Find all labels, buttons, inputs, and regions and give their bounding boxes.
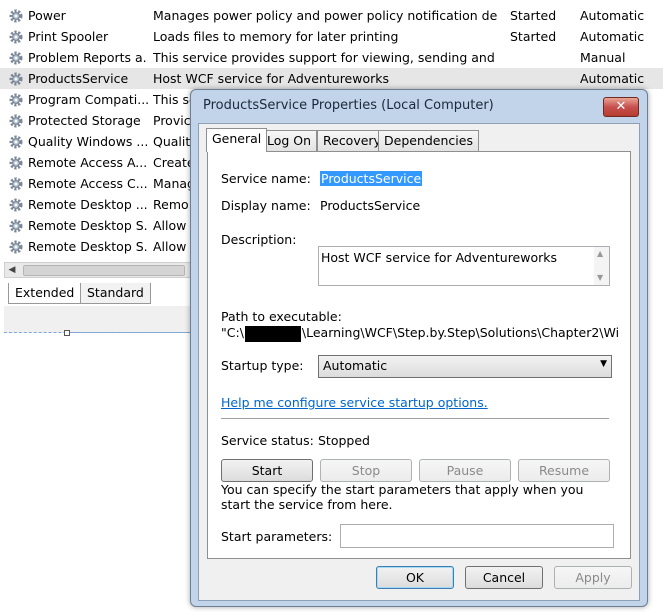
service-gear-icon	[8, 71, 24, 87]
status-area	[4, 306, 190, 333]
resize-handle[interactable]	[64, 330, 70, 336]
service-name: Quality Windows ...	[28, 134, 148, 149]
selection-outline	[66, 332, 193, 333]
start-params-note: You can specify the start parameters tha…	[221, 482, 584, 512]
service-gear-icon	[8, 29, 24, 45]
description-textbox[interactable]: Host WCF service for Adventureworks ▲ ▼	[318, 246, 610, 286]
scroll-left-icon[interactable]: ◀	[5, 263, 19, 277]
service-row[interactable]: Problem Reports a... This service provide…	[0, 47, 663, 68]
service-name-value[interactable]: ProductsService	[320, 171, 423, 186]
service-description: Host WCF service for Adventureworks	[153, 71, 390, 86]
startup-type-label: Startup type:	[221, 358, 304, 373]
ok-button[interactable]: OK	[376, 566, 454, 589]
service-name: Remote Desktop ...	[28, 197, 148, 212]
redacted-block	[244, 325, 301, 342]
separator	[221, 418, 609, 420]
pause-button[interactable]: Pause	[419, 459, 511, 482]
service-status-label: Service status:	[221, 433, 314, 448]
path-value[interactable]: "C:\ \Learning\WCF\Step.by.Step\Solutions…	[221, 325, 618, 342]
tab-general[interactable]: General	[206, 128, 268, 152]
service-gear-icon	[8, 134, 24, 150]
service-name-label: Service name:	[221, 171, 311, 186]
service-startup-type: Automatic	[580, 71, 645, 86]
service-gear-icon	[8, 176, 24, 192]
scroll-up-icon[interactable]: ▲	[597, 249, 603, 258]
service-status: Started	[510, 8, 557, 23]
service-name: Remote Desktop S...	[28, 218, 148, 233]
chevron-down-icon: ▼	[600, 359, 607, 369]
start-params-label: Start parameters:	[221, 529, 333, 544]
service-name: Remote Access C...	[28, 176, 148, 191]
startup-type-select[interactable]: Automatic ▼	[318, 355, 612, 378]
service-description: This service provides support for viewin…	[153, 50, 498, 65]
general-panel: Service name: ProductsService Display na…	[207, 151, 631, 559]
display-name-value: ProductsService	[320, 198, 421, 213]
apply-button[interactable]: Apply	[554, 566, 632, 589]
startup-type-value: Automatic	[323, 358, 388, 373]
service-status: Started	[510, 29, 557, 44]
dialog-client: General Log On Recovery Dependencies Ser…	[198, 123, 640, 601]
service-gear-icon	[8, 197, 24, 213]
tab-recovery[interactable]: Recovery	[317, 130, 387, 151]
properties-dialog: ProductsService Properties (Local Comput…	[190, 89, 648, 607]
horizontal-scrollbar[interactable]: ◀	[4, 262, 192, 278]
display-name-label: Display name:	[221, 198, 311, 213]
close-icon: ✕	[615, 99, 627, 114]
service-row[interactable]: Print Spooler Loads files to memory for l…	[0, 26, 663, 47]
stop-button[interactable]: Stop	[320, 459, 412, 482]
tab-dependencies[interactable]: Dependencies	[378, 130, 479, 151]
service-gear-icon	[8, 92, 24, 108]
description-label: Description:	[221, 232, 297, 247]
service-name: Power	[28, 8, 66, 23]
path-prefix: "C:\	[221, 325, 244, 340]
tab-log-on[interactable]: Log On	[261, 130, 318, 151]
description-scrollbar[interactable]: ▲ ▼	[594, 247, 609, 285]
tab-standard[interactable]: Standard	[80, 283, 151, 304]
service-description: Manages power policy and power policy no…	[153, 8, 498, 23]
service-gear-icon	[8, 218, 24, 234]
service-gear-icon	[8, 50, 24, 66]
service-row[interactable]: Power Manages power policy and power poli…	[0, 5, 663, 26]
service-description: Loads files to memory for later printing	[153, 29, 399, 44]
path-suffix: \Learning\WCF\Step.by.Step\Solutions\Cha…	[301, 325, 618, 340]
service-gear-icon	[8, 113, 24, 129]
service-name: Program Compati...	[28, 92, 148, 107]
resume-button[interactable]: Resume	[518, 459, 610, 482]
service-name: ProductsService	[28, 71, 129, 86]
service-startup-type: Automatic	[580, 29, 645, 44]
service-gear-icon	[8, 155, 24, 171]
service-name: Protected Storage	[28, 113, 141, 128]
start-params-input[interactable]	[340, 524, 614, 548]
start-button[interactable]: Start	[221, 459, 313, 482]
close-button[interactable]: ✕	[603, 97, 639, 117]
tab-extended[interactable]: Extended	[8, 283, 82, 304]
service-status-value: Stopped	[318, 433, 370, 448]
scrollbar-thumb[interactable]	[23, 265, 185, 276]
service-gear-icon	[8, 239, 24, 255]
service-name: Remote Access A...	[28, 155, 148, 170]
service-name: Remote Desktop S...	[28, 239, 148, 254]
scroll-down-icon[interactable]: ▼	[597, 273, 603, 282]
service-startup-type: Manual	[580, 50, 626, 65]
service-startup-type: Automatic	[580, 8, 645, 23]
help-link[interactable]: Help me configure service startup option…	[221, 395, 488, 410]
service-name: Print Spooler	[28, 29, 109, 44]
path-label: Path to executable:	[221, 309, 342, 324]
dialog-title: ProductsService Properties (Local Comput…	[203, 98, 494, 113]
service-gear-icon	[8, 8, 24, 24]
description-value: Host WCF service for Adventureworks	[321, 250, 558, 265]
service-row[interactable]: ProductsService Host WCF service for Adve…	[0, 68, 663, 89]
service-name: Problem Reports a...	[28, 50, 148, 65]
cancel-button[interactable]: Cancel	[465, 566, 543, 589]
